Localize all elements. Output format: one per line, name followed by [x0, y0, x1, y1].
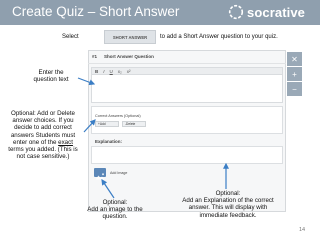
arrow-answers [83, 119, 96, 133]
arrow-question-text [77, 77, 96, 86]
page-number: 14 [299, 227, 306, 233]
callout-arrows [77, 77, 229, 199]
arrow-image [101, 179, 115, 199]
